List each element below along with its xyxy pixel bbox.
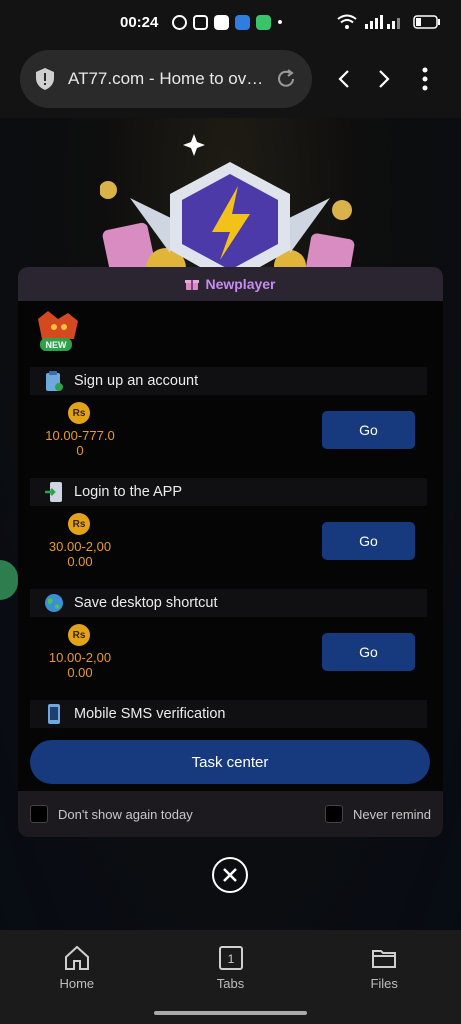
- reward-shield-illustration: [100, 134, 355, 278]
- status-time: 00:24: [120, 13, 159, 31]
- chevron-right-icon: [379, 70, 390, 88]
- youtube-icon: [214, 14, 230, 30]
- back-button[interactable]: [327, 62, 361, 96]
- nav-files-label: Files: [370, 976, 398, 991]
- notification-icons: •: [172, 13, 283, 31]
- nav-files[interactable]: Files: [307, 930, 461, 1024]
- task-item-login-app: Login to the APP Rs 30.00-2,00 0.00 Go: [30, 478, 427, 578]
- go-button[interactable]: Go: [322, 411, 415, 449]
- clipboard-icon: [46, 371, 63, 391]
- nav-tabs-label: Tabs: [216, 976, 245, 991]
- nav-home-label: Home: [59, 976, 95, 991]
- gift-icon: [185, 280, 200, 290]
- task-title: Mobile SMS verification: [74, 706, 226, 722]
- mobile-phone-icon: [48, 704, 60, 724]
- instagram-icon: [193, 14, 209, 30]
- close-modal-button[interactable]: [212, 857, 248, 893]
- tabs-count: 1: [227, 952, 234, 966]
- rupee-coin-icon: Rs: [68, 513, 90, 535]
- task-title: Login to the APP: [74, 484, 183, 500]
- reward-amount: 10.00-777.0 0: [45, 428, 115, 458]
- globe-icon: [45, 594, 63, 612]
- reward-amount: 10.00-2,00 0.00: [48, 650, 112, 680]
- new-player-mascot-icon: NEW: [38, 311, 78, 351]
- more-notifications-icon: •: [277, 13, 283, 31]
- task-item-sign-up: Sign up an account Rs 10.00-777.0 0 Go: [30, 367, 427, 467]
- nav-home[interactable]: Home: [0, 930, 154, 1024]
- battery-icon: [413, 15, 440, 29]
- go-button[interactable]: Go: [322, 522, 415, 560]
- never-remind-label: Never remind: [352, 806, 431, 822]
- modal-header: Newplayer: [18, 267, 443, 301]
- folder-icon: [372, 950, 397, 968]
- rupee-coin-icon: Rs: [68, 402, 90, 424]
- page-title: AT77.com - Home to ov…: [68, 69, 264, 88]
- nav-tabs[interactable]: 1 Tabs: [154, 930, 308, 1024]
- modal-title: Newplayer: [205, 276, 276, 292]
- address-bar[interactable]: AT77.com - Home to ov…: [20, 50, 312, 108]
- task-item-sms-verification: Mobile SMS verification: [30, 700, 427, 728]
- browser-toolbar: AT77.com - Home to ov…: [0, 44, 461, 118]
- browser-app-icon: [235, 14, 251, 30]
- dont-show-label: Don't show again today: [58, 806, 193, 822]
- never-remind-checkbox[interactable]: [324, 805, 343, 823]
- tabs-icon: 1: [218, 946, 243, 970]
- task-header: Save desktop shortcut: [30, 589, 427, 617]
- home-indicator[interactable]: [154, 1011, 307, 1015]
- task-header: Mobile SMS verification: [30, 700, 427, 728]
- rupee-coin-icon: Rs: [68, 624, 90, 646]
- task-header: Sign up an account: [30, 367, 427, 395]
- dont-show-checkbox[interactable]: [30, 805, 48, 823]
- reload-icon[interactable]: [274, 67, 298, 91]
- task-item-desktop-shortcut: Save desktop shortcut Rs 10.00-2,00 0.00…: [30, 589, 427, 689]
- whatsapp-icon: [172, 14, 188, 30]
- new-badge: NEW: [46, 340, 68, 350]
- task-title: Save desktop shortcut: [74, 595, 218, 611]
- signal-icon: [365, 15, 400, 29]
- status-bar: 00:24 •: [0, 0, 461, 44]
- more-vert-icon: [422, 67, 428, 91]
- menu-button[interactable]: [408, 62, 442, 96]
- site-info-icon[interactable]: [34, 67, 56, 91]
- browser-bottom-nav: Home 1 Tabs Files: [0, 930, 461, 1024]
- reward-amount: 30.00-2,00 0.00: [48, 539, 112, 569]
- home-icon: [64, 945, 89, 970]
- task-center-button[interactable]: Task center: [30, 740, 430, 784]
- shop-app-icon: [256, 14, 272, 30]
- task-header: Login to the APP: [30, 478, 427, 506]
- close-icon: [223, 868, 237, 882]
- go-button[interactable]: Go: [322, 633, 415, 671]
- forward-button[interactable]: [367, 62, 401, 96]
- chevron-left-icon: [338, 70, 349, 88]
- newplayer-modal: Newplayer NEW Sign up an account Rs 10.0…: [18, 267, 443, 837]
- wifi-icon: [337, 14, 357, 29]
- task-title: Sign up an account: [74, 373, 199, 389]
- modal-footer: Don't show again today Never remind: [18, 791, 443, 837]
- login-phone-icon: [45, 482, 62, 502]
